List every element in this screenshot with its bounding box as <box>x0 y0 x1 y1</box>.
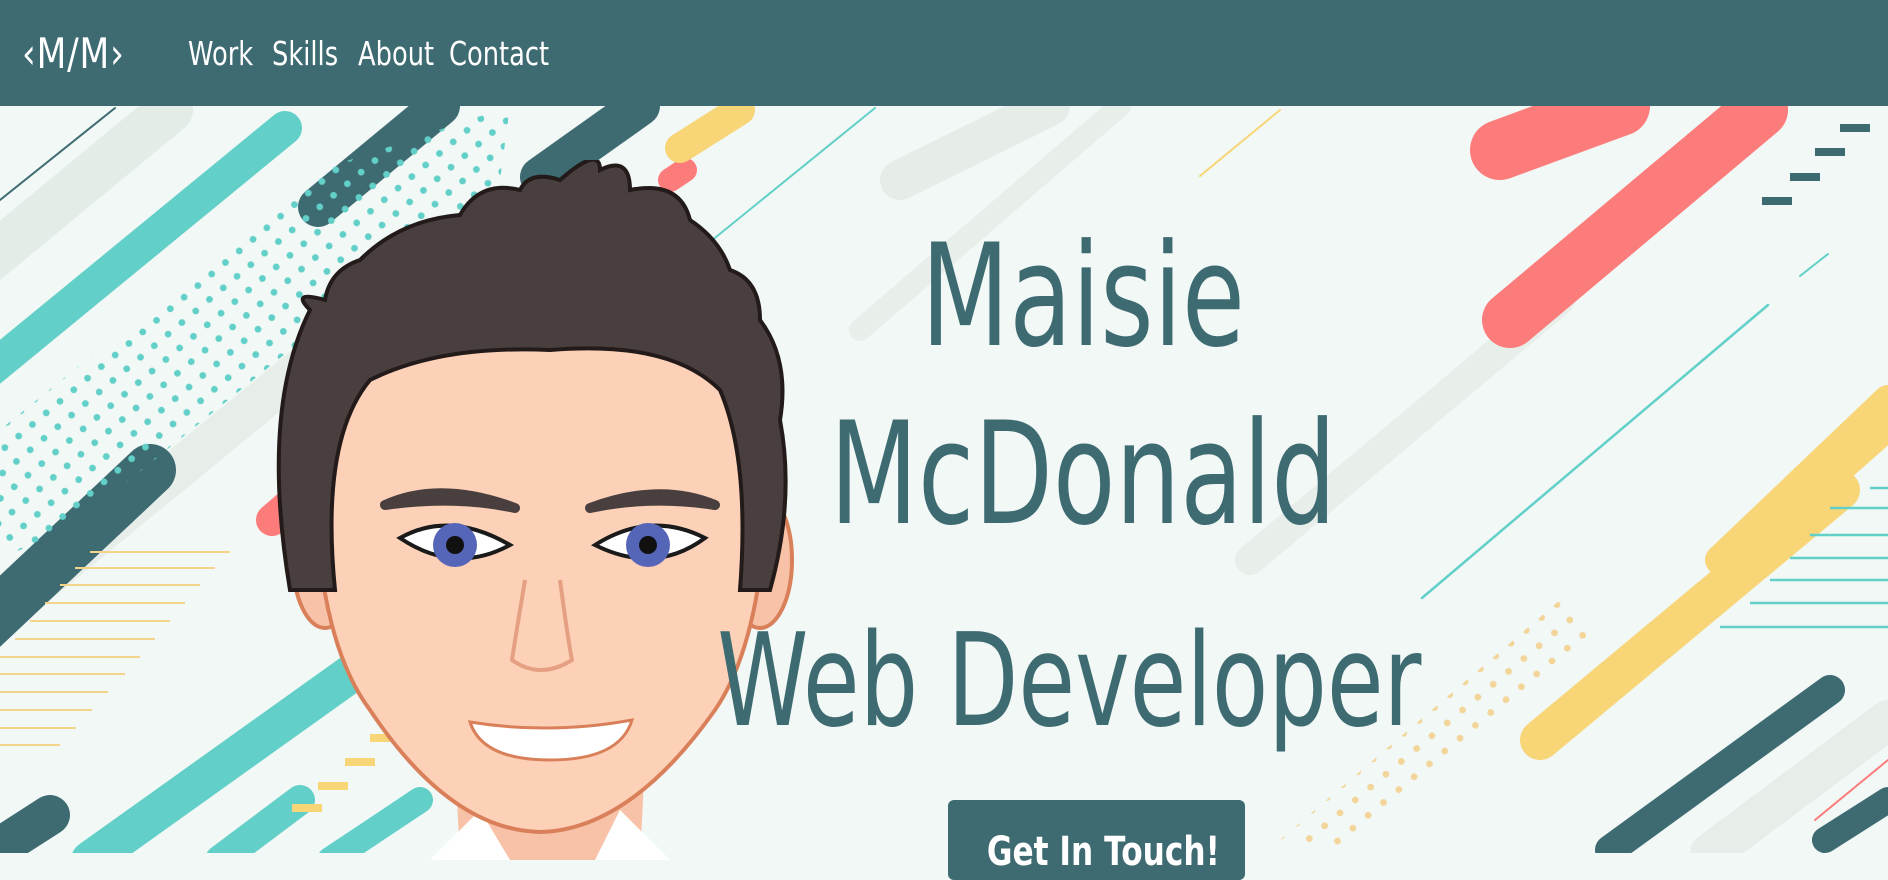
nav-link-contact[interactable]: Contact <box>449 34 549 73</box>
main-nav: Work Skills About Contact <box>188 34 563 73</box>
hero-role-title: Web Developer <box>717 607 1422 756</box>
hero-last-name: McDonald <box>829 392 1337 557</box>
nav-link-about[interactable]: About <box>358 34 434 73</box>
nav-link-work[interactable]: Work <box>188 34 258 73</box>
top-navigation-bar: ‹M/M› Work Skills About Contact <box>0 0 1888 106</box>
nav-link-skills[interactable]: Skills <box>272 34 344 73</box>
get-in-touch-label: Get In Touch! <box>986 828 1220 875</box>
get-in-touch-button[interactable]: Get In Touch! <box>948 800 1245 880</box>
hero-first-name: Maisie <box>921 214 1245 379</box>
site-logo[interactable]: ‹M/M› <box>22 29 145 78</box>
